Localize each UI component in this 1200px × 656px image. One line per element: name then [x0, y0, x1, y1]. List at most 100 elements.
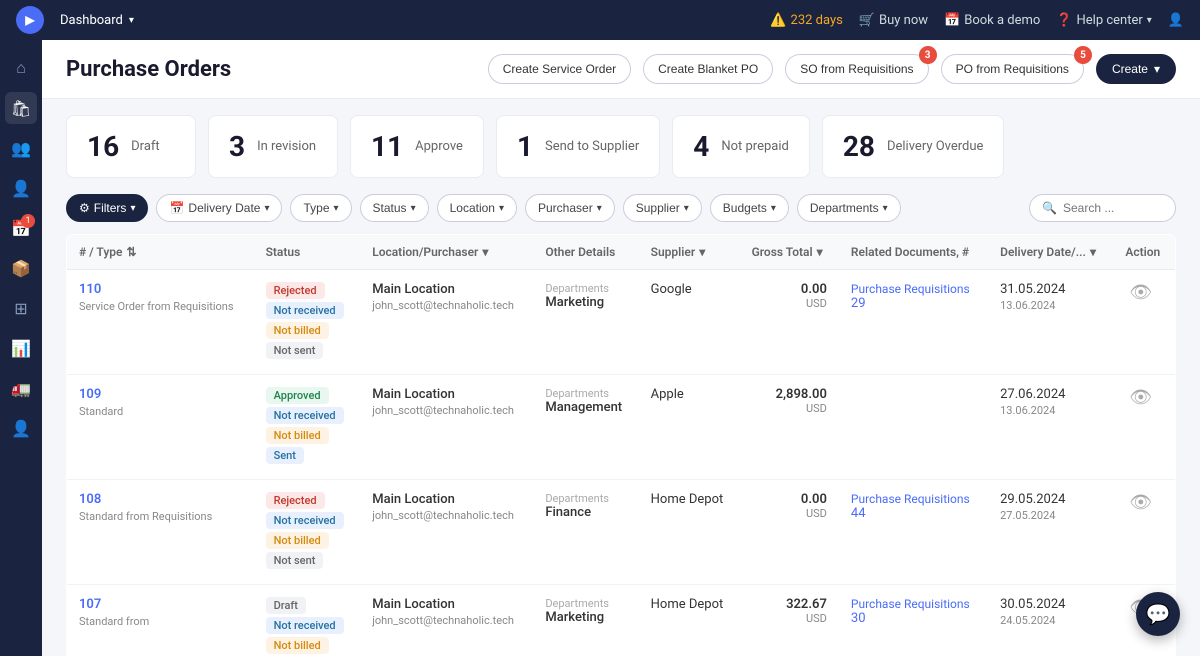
gross-amount: 2,898.00: [752, 387, 827, 402]
stat-draft[interactable]: 16 Draft: [66, 115, 196, 178]
status-badge: Approved: [266, 387, 329, 404]
sidebar-item-inventory[interactable]: 📦: [5, 252, 37, 284]
cell-gross-total: 0.00USD: [740, 270, 839, 375]
loc-chevron: ▾: [499, 203, 504, 214]
dept-value: Finance: [545, 505, 626, 520]
date-sub: 13.06.2024: [1000, 299, 1101, 312]
departments-filter[interactable]: Departments ▾: [797, 194, 901, 222]
po-from-requisitions-button[interactable]: PO from Requisitions: [941, 54, 1084, 84]
supplier-filter[interactable]: Supplier ▾: [623, 194, 702, 222]
related-doc-label: Purchase Requisitions: [851, 597, 976, 611]
location-filter[interactable]: Location ▾: [437, 194, 517, 222]
dashboard-menu[interactable]: Dashboard ▾: [60, 13, 134, 28]
supplier-name: Google: [651, 282, 692, 297]
view-action-button[interactable]: 👁: [1125, 383, 1156, 412]
cell-number-type: 107 Standard from: [67, 585, 254, 656]
sidebar-item-users[interactable]: 👥: [5, 132, 37, 164]
create-button[interactable]: Create ▾: [1096, 54, 1176, 84]
cell-related-docs: [839, 375, 988, 480]
sidebar-item-logistics[interactable]: 🚛: [5, 372, 37, 404]
sidebar-item-profile[interactable]: 👤: [5, 172, 37, 204]
col-location-purchaser: Location/Purchaser ▾: [360, 235, 533, 270]
cell-supplier: Home Depot: [639, 480, 740, 585]
order-type: Standard: [79, 404, 242, 419]
buy-now-button[interactable]: 🛒 Buy now: [859, 13, 928, 28]
sidebar-item-calendar[interactable]: 📅 1: [5, 212, 37, 244]
app-logo[interactable]: ▶: [16, 6, 44, 34]
dept-value: Management: [545, 400, 626, 415]
gross-amount: 322.67: [752, 597, 827, 612]
sidebar-item-purchase[interactable]: 🛍: [5, 92, 37, 124]
buy-now-icon: 🛒: [859, 13, 875, 28]
related-doc-number[interactable]: 29: [851, 296, 976, 311]
order-type: Standard from: [79, 614, 242, 629]
delivery-date-filter[interactable]: 📅 Delivery Date ▾: [156, 194, 282, 222]
gross-amount: 0.00: [752, 492, 827, 507]
create-blanket-po-button[interactable]: Create Blanket PO: [643, 54, 773, 84]
warning-icon: ⚠️: [770, 13, 786, 28]
po-from-requisitions-wrapper: PO from Requisitions 5: [941, 54, 1084, 84]
filters-toggle-button[interactable]: ⚙ Filters ▾: [66, 194, 148, 222]
type-filter[interactable]: Type ▾: [290, 194, 351, 222]
purchase-orders-table-container: # / Type ⇅ Status Location/Purchaser ▾: [42, 234, 1200, 656]
stat-not-prepaid[interactable]: 4 Not prepaid: [672, 115, 810, 178]
search-input[interactable]: [1063, 201, 1163, 215]
stat-approve-label: Approve: [415, 139, 463, 154]
order-number[interactable]: 110: [79, 282, 242, 297]
view-action-button[interactable]: 👁: [1125, 488, 1156, 517]
purchaser-filter[interactable]: Purchaser ▾: [525, 194, 615, 222]
stat-approve[interactable]: 11 Approve: [350, 115, 484, 178]
cell-status: ApprovedNot receivedNot billedSent: [254, 375, 361, 480]
stat-prepaid-label: Not prepaid: [721, 139, 789, 154]
status-badge: Not received: [266, 617, 344, 634]
po-badge: 5: [1074, 46, 1092, 64]
purchaser-email: john_scott@technaholic.tech: [372, 614, 521, 627]
status-badge: Not billed: [266, 322, 329, 339]
sidebar-item-account[interactable]: 👤: [5, 412, 37, 444]
stat-in-revision[interactable]: 3 In revision: [208, 115, 338, 178]
user-avatar[interactable]: 👤: [1168, 13, 1184, 28]
col-sup-chevron[interactable]: ▾: [699, 245, 705, 259]
cell-location-purchaser: Main Locationjohn_scott@technaholic.tech: [360, 270, 533, 375]
cell-delivery-date: 29.05.202427.05.2024: [988, 480, 1113, 585]
status-filter[interactable]: Status ▾: [360, 194, 429, 222]
stat-send-to-supplier[interactable]: 1 Send to Supplier: [496, 115, 660, 178]
date-main: 27.06.2024: [1000, 387, 1101, 402]
order-number[interactable]: 109: [79, 387, 242, 402]
col-gt-chevron[interactable]: ▾: [817, 245, 823, 259]
main-content: Purchase Orders Create Service Order Cre…: [42, 40, 1200, 656]
col-dd-chevron[interactable]: ▾: [1090, 245, 1096, 259]
help-center-button[interactable]: ❓ Help center ▾: [1056, 13, 1152, 28]
stats-row: 16 Draft 3 In revision 11 Approve 1 Send…: [42, 99, 1200, 194]
dashboard-label: Dashboard: [60, 13, 123, 28]
status-badge: Draft: [266, 597, 306, 614]
so-from-requisitions-button[interactable]: SO from Requisitions: [785, 54, 928, 84]
chat-bubble-button[interactable]: 💬: [1136, 592, 1180, 636]
order-number[interactable]: 108: [79, 492, 242, 507]
stat-overdue-number: 28: [843, 130, 875, 163]
sidebar-item-reports[interactable]: 📊: [5, 332, 37, 364]
gross-amount: 0.00: [752, 282, 827, 297]
view-action-button[interactable]: 👁: [1125, 278, 1156, 307]
cell-delivery-date: 27.06.202413.06.2024: [988, 375, 1113, 480]
date-main: 29.05.2024: [1000, 492, 1101, 507]
related-doc-number[interactable]: 30: [851, 611, 976, 626]
budgets-filter[interactable]: Budgets ▾: [710, 194, 789, 222]
dept-chevron: ▾: [883, 203, 888, 214]
col-sort-icon[interactable]: ⇅: [127, 245, 137, 259]
location-name: Main Location: [372, 387, 521, 402]
search-box[interactable]: 🔍: [1029, 194, 1176, 222]
sidebar-item-home[interactable]: ⌂: [5, 52, 37, 84]
related-doc-number[interactable]: 44: [851, 506, 976, 521]
sidebar-item-grid[interactable]: ⊞: [5, 292, 37, 324]
filters-row: ⚙ Filters ▾ 📅 Delivery Date ▾ Type ▾ Sta…: [42, 194, 1200, 234]
stat-delivery-overdue[interactable]: 28 Delivery Overdue: [822, 115, 1005, 178]
dd-chevron: ▾: [264, 203, 269, 214]
book-demo-button[interactable]: 📅 Book a demo: [944, 13, 1040, 28]
create-service-order-button[interactable]: Create Service Order: [488, 54, 631, 84]
location-name: Main Location: [372, 492, 521, 507]
col-lp-chevron[interactable]: ▾: [482, 245, 488, 259]
order-number[interactable]: 107: [79, 597, 242, 612]
date-main: 30.05.2024: [1000, 597, 1101, 612]
warning-badge[interactable]: ⚠️ 232 days: [770, 13, 843, 28]
